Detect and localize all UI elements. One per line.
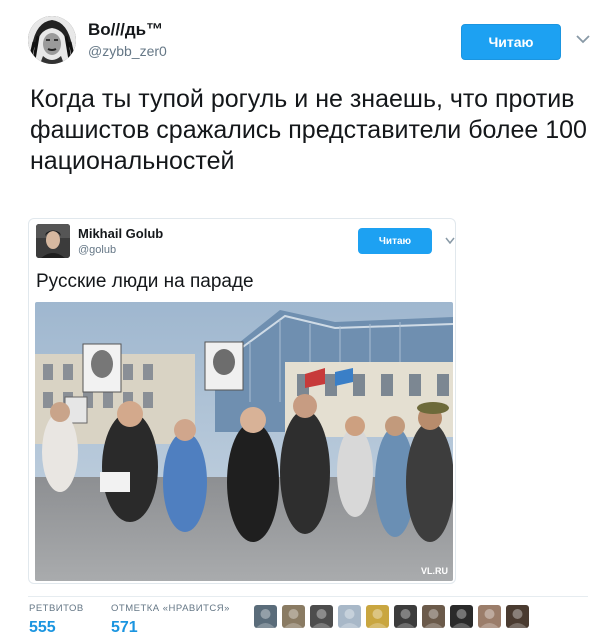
quoted-author-name[interactable]: Mikhail Golub [78,226,163,241]
user-icon [480,609,499,628]
liker-avatar[interactable] [450,605,473,628]
author-name[interactable]: Во///дь™ [88,20,163,40]
parade-photo[interactable]: VL.RU [35,302,453,581]
user-portrait-icon [36,224,70,258]
photo-watermark: VL.RU [421,566,448,576]
liker-avatars [254,605,529,628]
author-handle[interactable]: @zybb_zer0 [88,43,167,59]
quoted-author-avatar[interactable] [36,224,70,258]
user-icon [368,609,387,628]
liker-avatar[interactable] [394,605,417,628]
user-icon [508,609,527,628]
user-icon [424,609,443,628]
quoted-author-handle[interactable]: @golub [78,244,116,256]
liker-avatar[interactable] [254,605,277,628]
divider-top [28,596,588,597]
user-icon [256,609,275,628]
user-icon [312,609,331,628]
quoted-tweet-card[interactable]: Mikhail Golub @golub Читаю Русские люди … [28,218,456,584]
quoted-tweet-text: Русские люди на параде [36,271,254,292]
retweets-label[interactable]: РЕТВИТОВ [29,603,84,614]
likes-label[interactable]: ОТМЕТКА «НРАВИТСЯ» [111,603,230,614]
warrior-headdress-icon [28,16,76,64]
user-icon [396,609,415,628]
likes-count[interactable]: 571 [111,619,138,637]
parade-crowd-image: VL.RU [35,302,453,581]
chevron-down-icon[interactable] [576,34,590,44]
author-avatar[interactable] [28,16,76,64]
follow-button[interactable]: Читаю [461,24,561,60]
liker-avatar[interactable] [282,605,305,628]
user-icon [340,609,359,628]
tweet-text: Когда ты тупой рогуль и не знаешь, что п… [30,85,587,175]
user-icon [284,609,303,628]
user-icon [452,609,471,628]
retweets-count[interactable]: 555 [29,619,56,637]
liker-avatar[interactable] [366,605,389,628]
quoted-follow-button[interactable]: Читаю [358,228,432,254]
liker-avatar[interactable] [478,605,501,628]
liker-avatar[interactable] [338,605,361,628]
liker-avatar[interactable] [422,605,445,628]
liker-avatar[interactable] [506,605,529,628]
liker-avatar[interactable] [310,605,333,628]
quoted-chevron-down-icon[interactable] [445,237,455,244]
